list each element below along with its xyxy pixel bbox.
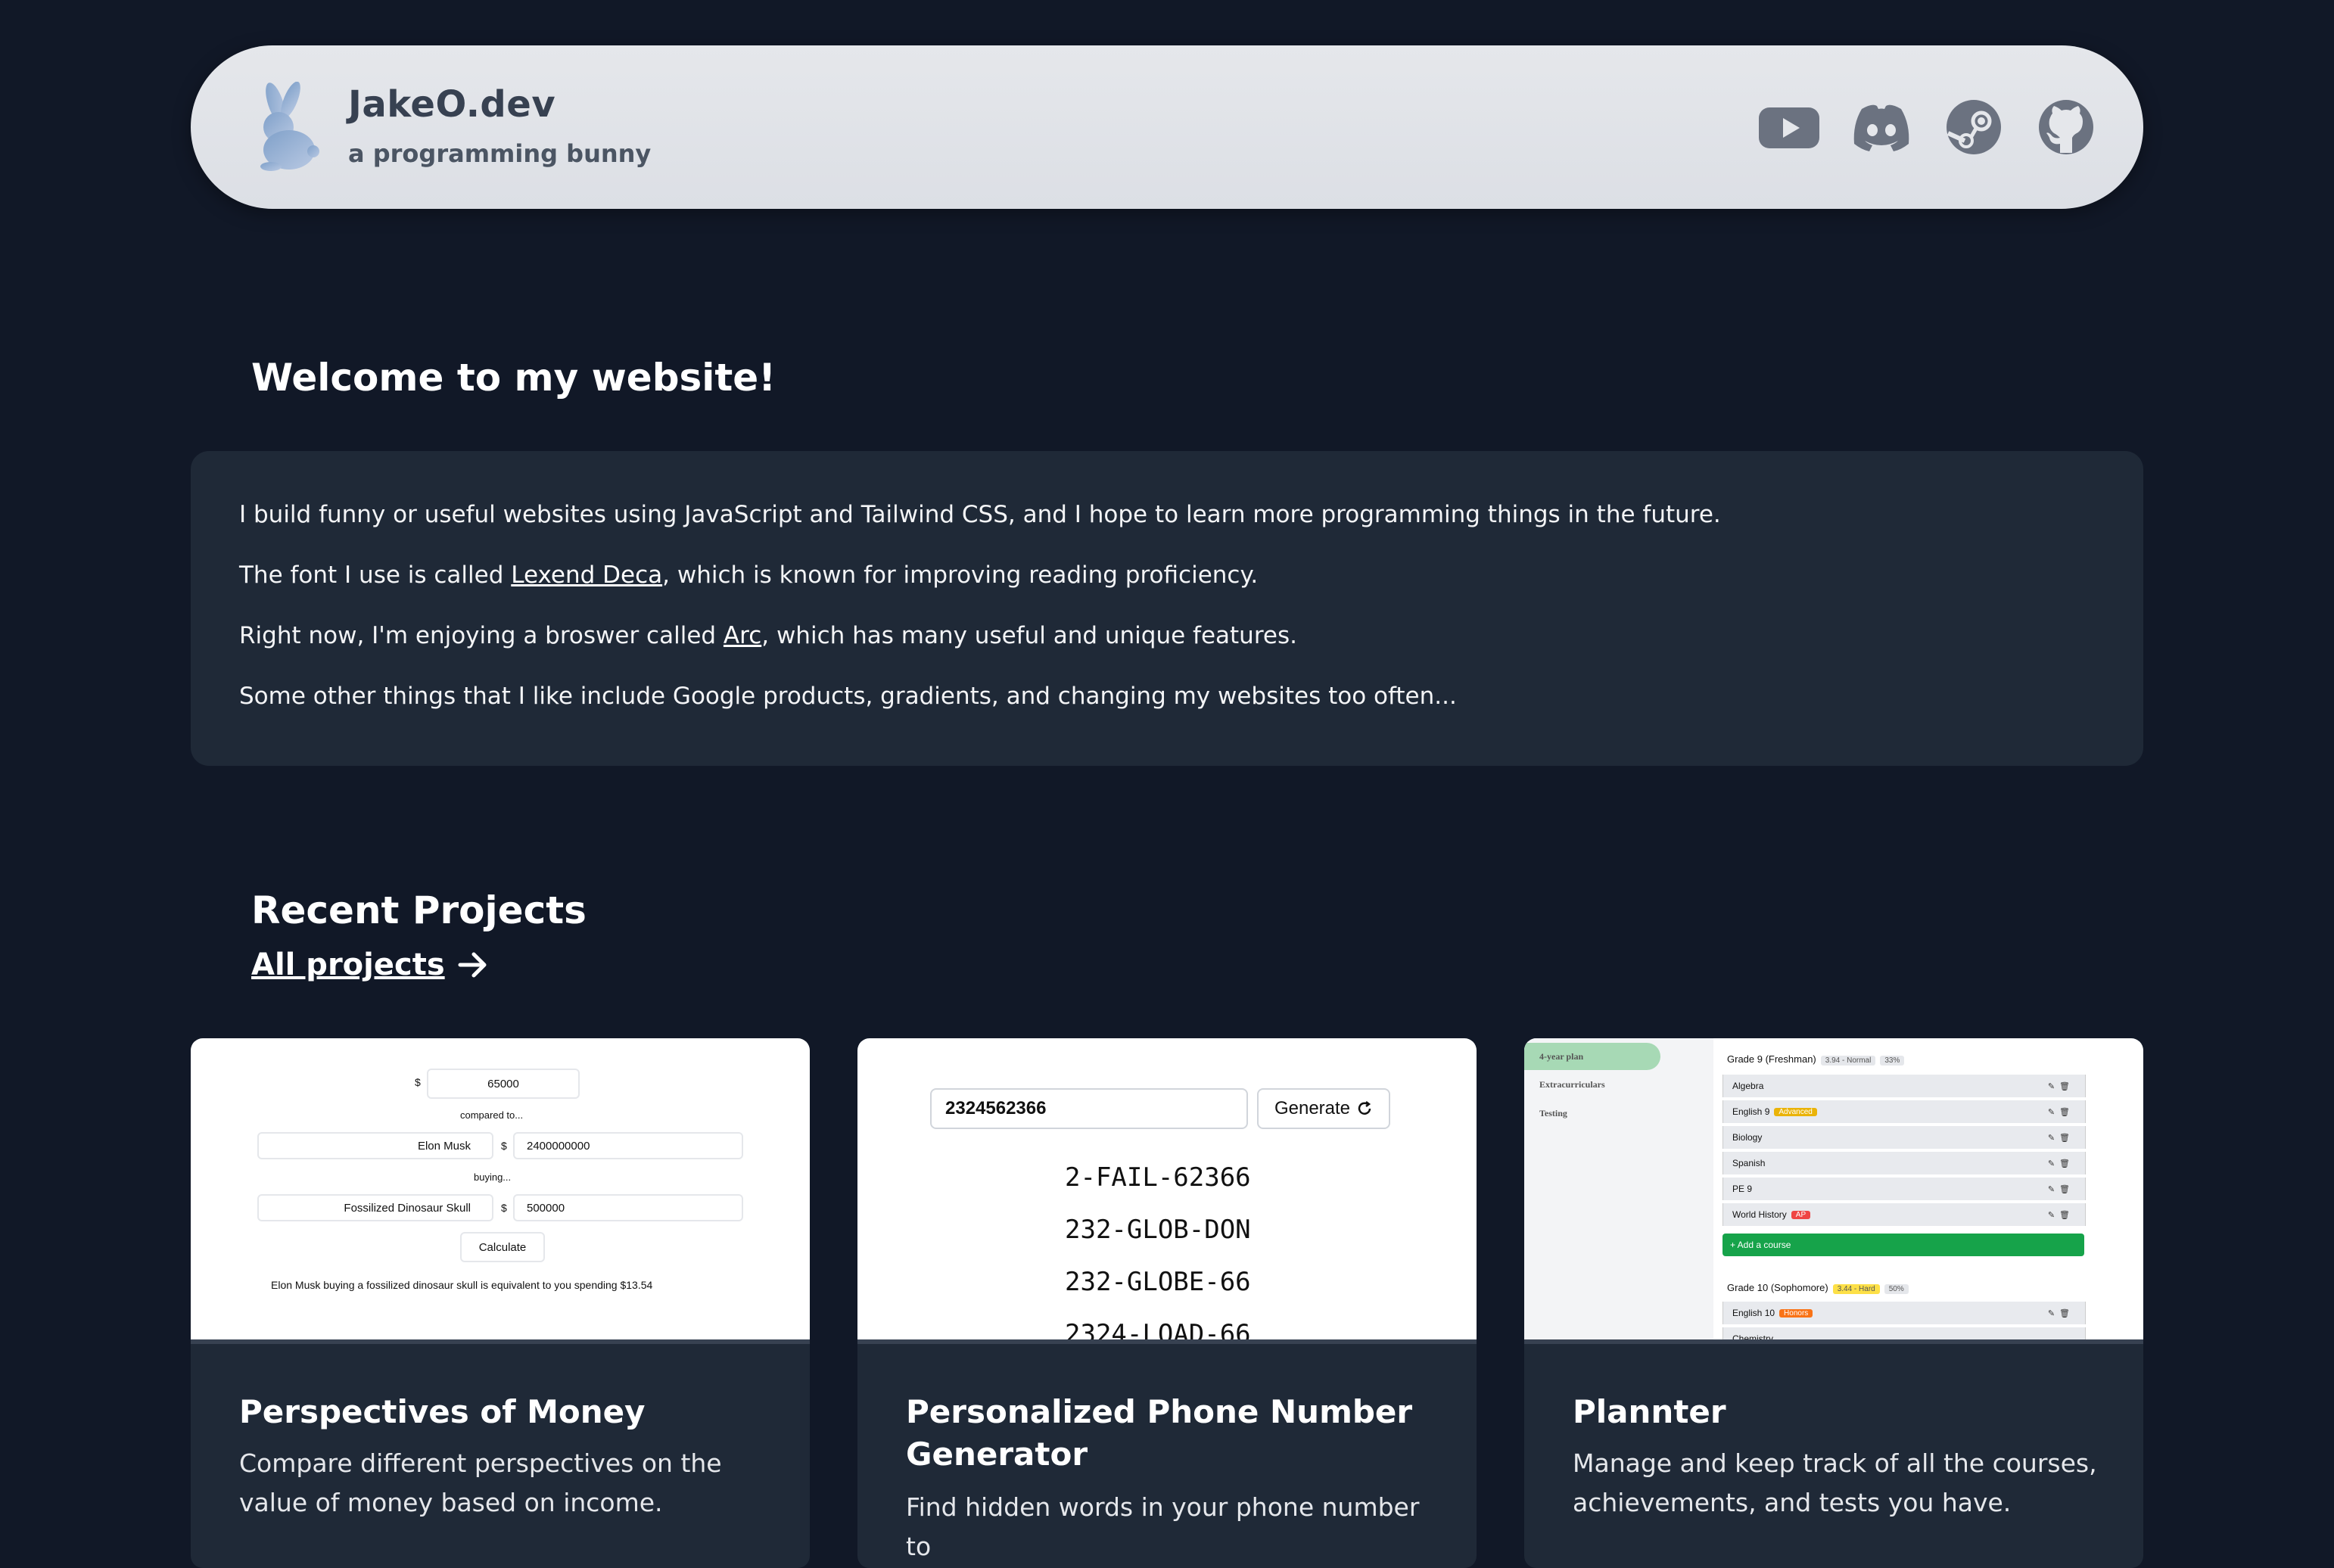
about-card: I build funny or useful websites using J… <box>191 451 2143 766</box>
edit-delete-icons: ✎🗑 <box>2047 1308 2074 1318</box>
grade-9-label: Grade 9 (Freshman) <box>1727 1053 1816 1065</box>
honors-badge: Honors <box>1779 1308 1813 1318</box>
arc-link[interactable]: Arc <box>724 622 761 649</box>
project-description: Manage and keep track of all the courses… <box>1573 1448 2097 1517</box>
course-row: Spanish ✎🗑 <box>1722 1152 2086 1174</box>
lexend-deca-link[interactable]: Lexend Deca <box>511 562 662 589</box>
grade-10-heading: Grade 10 (Sophomore) 3.44 - Hard 50% <box>1727 1282 1909 1294</box>
projects-heading: Recent Projects <box>251 888 587 932</box>
person-select: Elon Musk <box>257 1132 493 1159</box>
bunny-logo-icon[interactable] <box>248 82 321 173</box>
tab-4-year-plan: 4-year plan <box>1524 1043 1660 1070</box>
currency-label: $ <box>501 1140 507 1152</box>
project-card-phone[interactable]: 2324562366 Generate 2-FAIL-62366 232-GLO… <box>857 1038 1477 1568</box>
result-text: Elon Musk buying a fossilized dinosaur s… <box>271 1279 653 1291</box>
project-description: Find hidden words in your phone number t… <box>906 1492 1420 1561</box>
edit-delete-icons: ✎🗑 <box>2047 1081 2074 1091</box>
buying-label: buying... <box>474 1171 512 1183</box>
welcome-heading: Welcome to my website! <box>251 356 776 400</box>
income-field: 65000 <box>427 1069 580 1099</box>
phone-result: 232-GLOBE-66 <box>1065 1267 1251 1297</box>
currency-label: $ <box>501 1202 507 1214</box>
add-course-button: + Add a course <box>1722 1234 2084 1256</box>
course-name: English 9 <box>1732 1106 1770 1117</box>
site-subtitle: a programming bunny <box>348 139 652 168</box>
project-screenshot: $ 65000 compared to... Elon Musk $ 24000… <box>191 1038 810 1344</box>
arrow-right-icon <box>458 952 487 978</box>
tab-extracurriculars: Extracurriculars <box>1539 1079 1605 1090</box>
project-screenshot: 2324562366 Generate 2-FAIL-62366 232-GLO… <box>857 1038 1477 1344</box>
phone-result: 232-GLOB-DON <box>1065 1215 1251 1245</box>
percent-tag: 33% <box>1880 1056 1905 1066</box>
course-name: World History <box>1732 1209 1787 1220</box>
person-income-field: 2400000000 <box>513 1132 743 1159</box>
item-price-field: 500000 <box>513 1194 743 1221</box>
project-description: Compare different perspectives on the va… <box>239 1448 722 1517</box>
edit-delete-icons: ✎🗑 <box>2047 1133 2074 1143</box>
grade-10-label: Grade 10 (Sophomore) <box>1727 1282 1828 1293</box>
generate-button: Generate <box>1257 1088 1390 1129</box>
gpa-tag: 3.94 - Normal <box>1820 1056 1876 1066</box>
tab-testing: Testing <box>1539 1108 1567 1118</box>
site-title[interactable]: JakeO.dev <box>348 83 555 126</box>
generate-label: Generate <box>1274 1098 1351 1118</box>
item-select: Fossilized Dinosaur Skull <box>257 1194 493 1221</box>
discord-icon <box>1853 104 1909 151</box>
phone-result: 2324-LOAD-66 <box>1065 1319 1251 1344</box>
about-line-2-rest: , which is known for improving reading p… <box>662 562 1259 589</box>
course-name: Chemistry <box>1732 1333 1774 1344</box>
edit-delete-icons: ✎🗑 <box>2047 1159 2074 1168</box>
course-name: Algebra <box>1732 1081 1764 1091</box>
course-name: Spanish <box>1732 1158 1766 1168</box>
course-name: English 10 <box>1732 1308 1775 1318</box>
edit-delete-icons: ✎🗑 <box>2047 1210 2074 1220</box>
project-title[interactable]: Plannter <box>1573 1391 2102 1433</box>
discord-link[interactable] <box>1850 97 1913 157</box>
github-icon <box>2039 100 2093 154</box>
steam-icon <box>1947 100 2001 154</box>
about-line-3: Right now, I'm enjoying a broswer called… <box>239 622 1297 649</box>
about-line-2: The font I use is called Lexend Deca, wh… <box>239 562 1258 589</box>
edit-delete-icons: ✎🗑 <box>2047 1184 2074 1194</box>
phone-result: 2-FAIL-62366 <box>1065 1162 1251 1193</box>
edit-delete-icons: ✎🗑 <box>2047 1107 2074 1117</box>
all-projects-label: All projects <box>251 947 445 982</box>
youtube-icon <box>1759 107 1819 148</box>
about-line-3-rest: , which has many useful and unique featu… <box>761 622 1297 649</box>
social-links <box>1757 97 2098 157</box>
about-line-1: I build funny or useful websites using J… <box>239 501 1721 528</box>
course-name: PE 9 <box>1732 1184 1753 1194</box>
percent-tag: 50% <box>1884 1284 1909 1294</box>
gpa-tag: 3.44 - Hard <box>1832 1284 1880 1294</box>
about-line-2-text: The font I use is called <box>239 562 512 589</box>
course-row: Biology ✎🗑 <box>1722 1126 2086 1149</box>
course-row: English 9 Advanced ✎🗑 <box>1722 1100 2086 1123</box>
project-card-money[interactable]: $ 65000 compared to... Elon Musk $ 24000… <box>191 1038 810 1568</box>
about-line-3-text: Right now, I'm enjoying a broswer called <box>239 622 724 649</box>
calculate-button: Calculate <box>460 1232 545 1262</box>
site-header: JakeO.dev a programming bunny <box>191 45 2143 209</box>
advanced-badge: Advanced <box>1774 1107 1817 1116</box>
project-card-plannter[interactable]: 4-year plan Extracurriculars Testing Gra… <box>1524 1038 2143 1568</box>
steam-link[interactable] <box>1942 97 2006 157</box>
course-row: English 10 Honors ✎🗑 <box>1722 1302 2086 1324</box>
course-row: Algebra ✎🗑 <box>1722 1075 2086 1097</box>
course-row: Chemistry <box>1722 1327 2086 1344</box>
refresh-icon <box>1358 1101 1371 1115</box>
project-screenshot: 4-year plan Extracurriculars Testing Gra… <box>1524 1038 2143 1344</box>
course-row: PE 9 ✎🗑 <box>1722 1178 2086 1200</box>
course-row: World History AP ✎🗑 <box>1722 1203 2086 1226</box>
course-name: Biology <box>1732 1132 1763 1143</box>
github-link[interactable] <box>2034 97 2098 157</box>
project-title[interactable]: Personalized Phone Number Generator <box>906 1391 1436 1476</box>
project-title[interactable]: Perspectives of Money <box>239 1391 769 1433</box>
about-line-4: Some other things that I like include Go… <box>239 683 1457 710</box>
grade-9-heading: Grade 9 (Freshman) 3.94 - Normal 33% <box>1727 1053 1905 1066</box>
compared-label: compared to... <box>460 1109 524 1121</box>
youtube-link[interactable] <box>1757 97 1821 157</box>
currency-label: $ <box>415 1076 421 1088</box>
ap-badge: AP <box>1791 1210 1811 1219</box>
phone-input: 2324562366 <box>930 1088 1248 1129</box>
all-projects-link[interactable]: All projects <box>251 947 489 982</box>
